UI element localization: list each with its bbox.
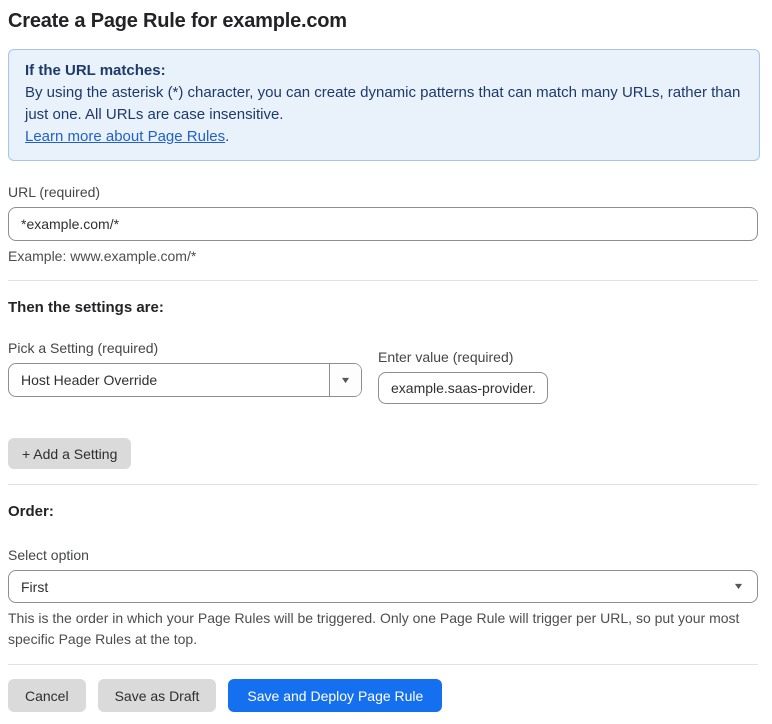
section-divider — [8, 664, 758, 665]
page-rule-form: Create a Page Rule for example.com If th… — [0, 0, 764, 724]
link-period: . — [225, 128, 230, 145]
info-banner: If the URL matches: By using the asteris… — [8, 49, 760, 161]
order-select-arrow-wrap: ▼ — [732, 571, 757, 602]
cancel-button[interactable]: Cancel — [8, 679, 86, 712]
url-label: URL (required) — [8, 184, 101, 200]
info-banner-heading: If the URL matches: — [25, 62, 166, 79]
footer-actions: Cancel Save as Draft Save and Deploy Pag… — [8, 679, 758, 712]
info-banner-link-line: Learn more about Page Rules. — [25, 126, 743, 148]
setting-select-group: Pick a Setting (required) Host Header Ov… — [8, 340, 362, 404]
order-select-value: First — [21, 578, 49, 595]
setting-select-dropdown-button[interactable]: ▼ — [329, 364, 361, 396]
page-title: Create a Page Rule for example.com — [8, 10, 347, 32]
order-select[interactable]: First ▼ — [8, 570, 758, 603]
setting-select-label: Pick a Setting (required) — [8, 340, 159, 356]
order-help-text: This is the order in which your Page Rul… — [8, 610, 740, 647]
setting-select[interactable]: Host Header Override ▼ — [8, 363, 362, 397]
url-input[interactable] — [8, 207, 758, 241]
learn-more-link[interactable]: Learn more about Page Rules — [25, 128, 225, 145]
chevron-down-icon: ▼ — [732, 581, 745, 591]
section-divider — [8, 484, 758, 485]
save-as-draft-button[interactable]: Save as Draft — [97, 679, 217, 712]
setting-value-group: Enter value (required) — [378, 349, 548, 404]
settings-row: Pick a Setting (required) Host Header Ov… — [8, 340, 758, 404]
section-divider — [8, 280, 758, 281]
setting-select-value: Host Header Override — [21, 372, 158, 388]
info-banner-body: By using the asterisk (*) character, you… — [25, 84, 741, 123]
save-and-deploy-button[interactable]: Save and Deploy Page Rule — [228, 679, 443, 712]
add-setting-button[interactable]: + Add a Setting — [8, 438, 132, 469]
url-example-hint: Example: www.example.com/* — [8, 248, 197, 264]
setting-value-input[interactable] — [378, 372, 548, 404]
chevron-down-icon: ▼ — [339, 374, 352, 385]
order-select-label: Select option — [8, 547, 89, 563]
order-heading: Order: — [8, 503, 54, 520]
value-label: Enter value (required) — [378, 349, 514, 365]
settings-heading: Then the settings are: — [8, 299, 164, 316]
